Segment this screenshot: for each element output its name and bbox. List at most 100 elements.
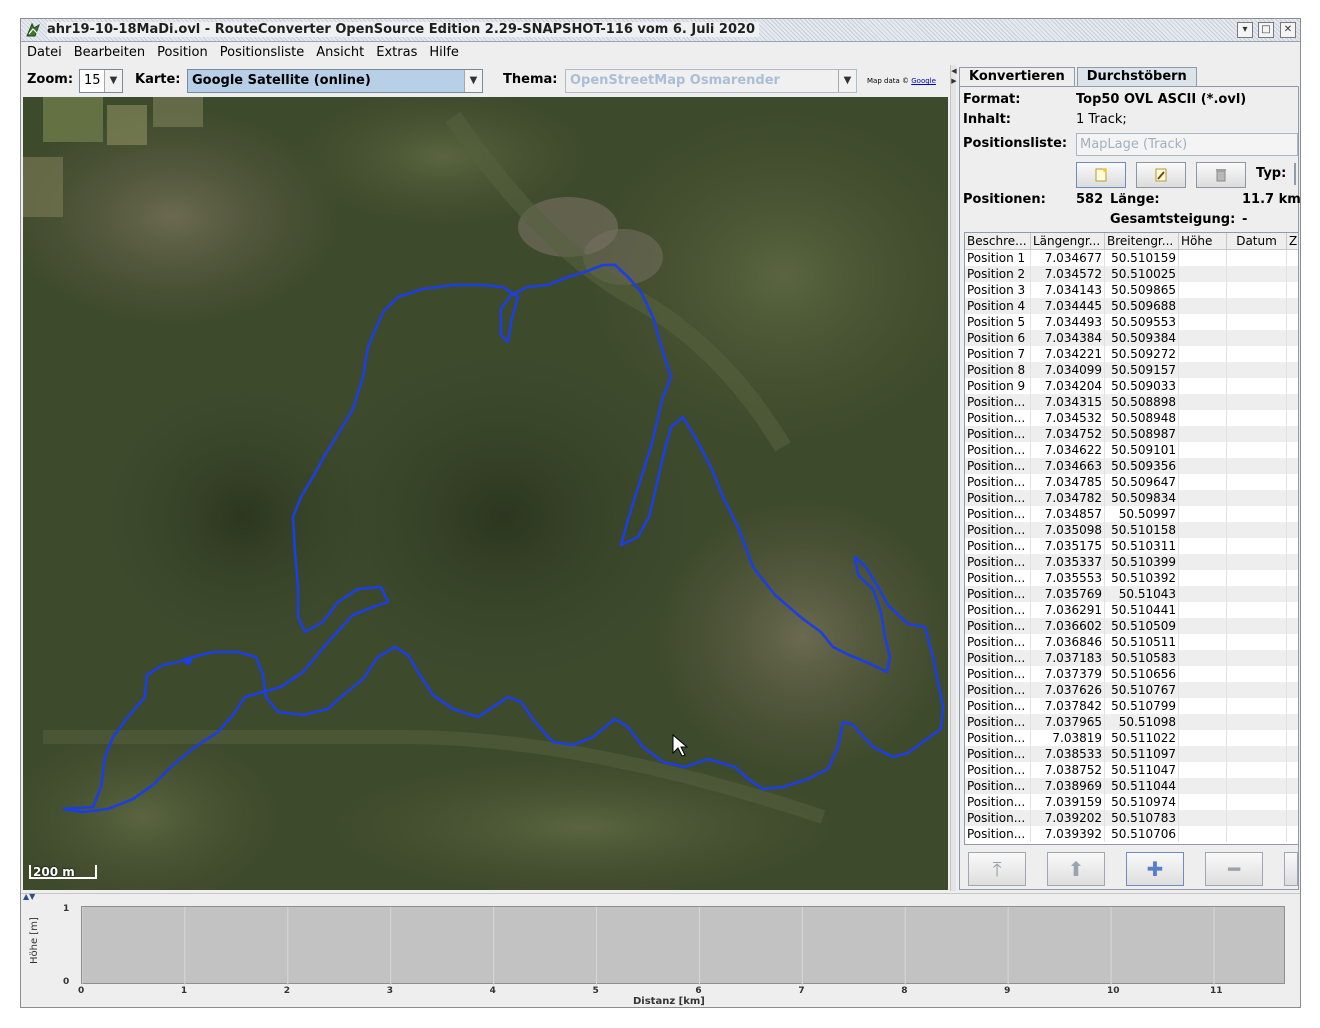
menu-bearbeiten[interactable]: Bearbeiten [74, 45, 145, 60]
table-row[interactable]: Position... 7.034622 50.509101 [965, 442, 1298, 458]
table-row[interactable]: Position... 7.039392 50.510706 [965, 826, 1298, 842]
table-row[interactable]: Position... 7.036602 50.510509 [965, 618, 1298, 634]
menu-position[interactable]: Position [157, 45, 208, 60]
new-list-button[interactable] [1076, 162, 1126, 188]
table-row[interactable]: Position... 7.034785 50.509647 [965, 474, 1298, 490]
cell-breitengrad: 50.511047 [1105, 762, 1179, 778]
table-row[interactable]: Position... 7.035175 50.510311 [965, 538, 1298, 554]
google-link[interactable]: Google [911, 77, 936, 85]
column-header-laengengrad[interactable]: Längengr... [1031, 233, 1105, 250]
cell-beschreibung: Position... [965, 826, 1031, 842]
table-row[interactable]: Position... 7.03819 50.511022 [965, 730, 1298, 746]
rename-list-button[interactable] [1136, 162, 1186, 188]
title-bar[interactable]: ahr19-10-18MaDi.ovl - RouteConverter Ope… [21, 19, 1300, 42]
cell-z [1287, 298, 1298, 314]
chevron-down-icon[interactable]: ▼ [104, 70, 122, 92]
cell-hoehe [1179, 522, 1227, 538]
panel-splitter[interactable]: ◀ ▶ [950, 65, 957, 891]
table-row[interactable]: Position 6 7.034384 50.509384 [965, 330, 1298, 346]
cell-laengengrad: 7.034221 [1031, 346, 1105, 362]
thema-select[interactable]: OpenStreetMap Osmarender ▼ [565, 69, 857, 93]
table-row[interactable]: Position... 7.034315 50.508898 [965, 394, 1298, 410]
add-position-button[interactable]: ✚ [1126, 852, 1184, 886]
x-tick-label: 2 [283, 986, 291, 996]
close-icon[interactable]: ✕ [1280, 22, 1296, 38]
table-row[interactable]: Position 5 7.034493 50.509553 [965, 314, 1298, 330]
table-row[interactable]: Position... 7.036846 50.510511 [965, 634, 1298, 650]
table-row[interactable]: Position... 7.037626 50.510767 [965, 682, 1298, 698]
cell-z [1287, 522, 1298, 538]
map-view[interactable]: 200 m [23, 97, 948, 890]
cell-z [1287, 666, 1298, 682]
table-row[interactable]: Position... 7.035337 50.510399 [965, 554, 1298, 570]
table-row[interactable]: Position... 7.037965 50.51098 [965, 714, 1298, 730]
chevron-down-icon[interactable]: ▼ [464, 70, 482, 92]
karte-select[interactable]: Google Satellite (online) ▼ [187, 69, 483, 93]
column-header-datum[interactable]: Datum [1227, 233, 1287, 250]
table-row[interactable]: Position... 7.038533 50.511097 [965, 746, 1298, 762]
table-row[interactable]: Position... 7.038752 50.511047 [965, 762, 1298, 778]
table-row[interactable]: Position 8 7.034099 50.509157 [965, 362, 1298, 378]
table-row[interactable]: Position... 7.035098 50.510158 [965, 522, 1298, 538]
cell-datum [1227, 682, 1287, 698]
cell-breitengrad: 50.509157 [1105, 362, 1179, 378]
column-header-z[interactable]: Z [1287, 233, 1298, 250]
table-row[interactable]: Position... 7.034752 50.508987 [965, 426, 1298, 442]
tab-konvertieren[interactable]: Konvertieren [959, 67, 1075, 86]
table-row[interactable]: Position... 7.035553 50.510392 [965, 570, 1298, 586]
positions-table[interactable]: Beschre... Längengr... Breitengr... Höhe… [964, 232, 1299, 845]
satellite-imagery [23, 97, 948, 890]
table-row[interactable]: Position 7 7.034221 50.509272 [965, 346, 1298, 362]
positionsliste-select[interactable]: MapLage (Track) [1076, 133, 1298, 156]
table-row[interactable]: Position 4 7.034445 50.509688 [965, 298, 1298, 314]
table-row[interactable]: Position... 7.037842 50.510799 [965, 698, 1298, 714]
column-header-beschreibung[interactable]: Beschre... [965, 233, 1031, 250]
menu-positionsliste[interactable]: Positionsliste [220, 45, 304, 60]
more-buttons-edge[interactable] [1284, 852, 1298, 886]
table-row[interactable]: Position 1 7.034677 50.510159 [965, 250, 1298, 266]
remove-position-button[interactable]: ━ [1205, 852, 1263, 886]
table-row[interactable]: Position... 7.038969 50.511044 [965, 778, 1298, 794]
delete-list-button[interactable] [1196, 162, 1246, 188]
table-row[interactable]: Position... 7.037183 50.510583 [965, 650, 1298, 666]
menu-extras[interactable]: Extras [376, 45, 417, 60]
cell-beschreibung: Position... [965, 522, 1031, 538]
minimize-icon[interactable]: ▾ [1237, 22, 1253, 38]
table-row[interactable]: Position... 7.034532 50.508948 [965, 410, 1298, 426]
cell-z [1287, 794, 1298, 810]
collapse-profile-icon[interactable]: ▲▼ [23, 892, 35, 901]
profile-plot-area[interactable] [81, 906, 1285, 985]
menu-ansicht[interactable]: Ansicht [316, 45, 364, 60]
cell-breitengrad: 50.511097 [1105, 746, 1179, 762]
table-row[interactable]: Position 9 7.034204 50.509033 [965, 378, 1298, 394]
table-row[interactable]: Position... 7.037379 50.510656 [965, 666, 1298, 682]
chevron-down-icon[interactable]: ▼ [838, 70, 856, 92]
x-tick-label: 10 [1107, 986, 1120, 996]
table-row[interactable]: Position 3 7.034143 50.509865 [965, 282, 1298, 298]
move-to-top-button[interactable]: ⤒ [968, 852, 1026, 886]
move-up-button[interactable]: ⬆ [1047, 852, 1105, 886]
cell-breitengrad: 50.509688 [1105, 298, 1179, 314]
table-row[interactable]: Position... 7.039202 50.510783 [965, 810, 1298, 826]
column-header-hoehe[interactable]: Höhe [1179, 233, 1227, 250]
table-row[interactable]: Position... 7.035769 50.51043 [965, 586, 1298, 602]
column-header-breitengrad[interactable]: Breitengr... [1105, 233, 1179, 250]
x-tick-label: 8 [901, 986, 908, 996]
zoom-select[interactable]: 15 ▼ [79, 69, 123, 93]
table-row[interactable]: Position 2 7.034572 50.510025 [965, 266, 1298, 282]
maximize-icon[interactable]: □ [1258, 22, 1274, 38]
table-row[interactable]: Position... 7.036291 50.510441 [965, 602, 1298, 618]
table-row[interactable]: Position... 7.034663 50.509356 [965, 458, 1298, 474]
typ-select-edge[interactable] [1294, 163, 1296, 185]
profile-grid [81, 907, 1215, 985]
menu-hilfe[interactable]: Hilfe [429, 45, 459, 60]
table-row[interactable]: Position... 7.039159 50.510974 [965, 794, 1298, 810]
cell-hoehe [1179, 618, 1227, 634]
tab-durchstoebern[interactable]: Durchstöbern [1076, 67, 1197, 86]
x-tick-label: 5 [592, 986, 599, 996]
table-row[interactable]: Position... 7.034782 50.509834 [965, 490, 1298, 506]
cell-breitengrad: 50.510974 [1105, 794, 1179, 810]
menu-datei[interactable]: Datei [27, 45, 62, 60]
inhalt-label: Inhalt: [963, 112, 1011, 127]
table-row[interactable]: Position... 7.034857 50.50997 [965, 506, 1298, 522]
